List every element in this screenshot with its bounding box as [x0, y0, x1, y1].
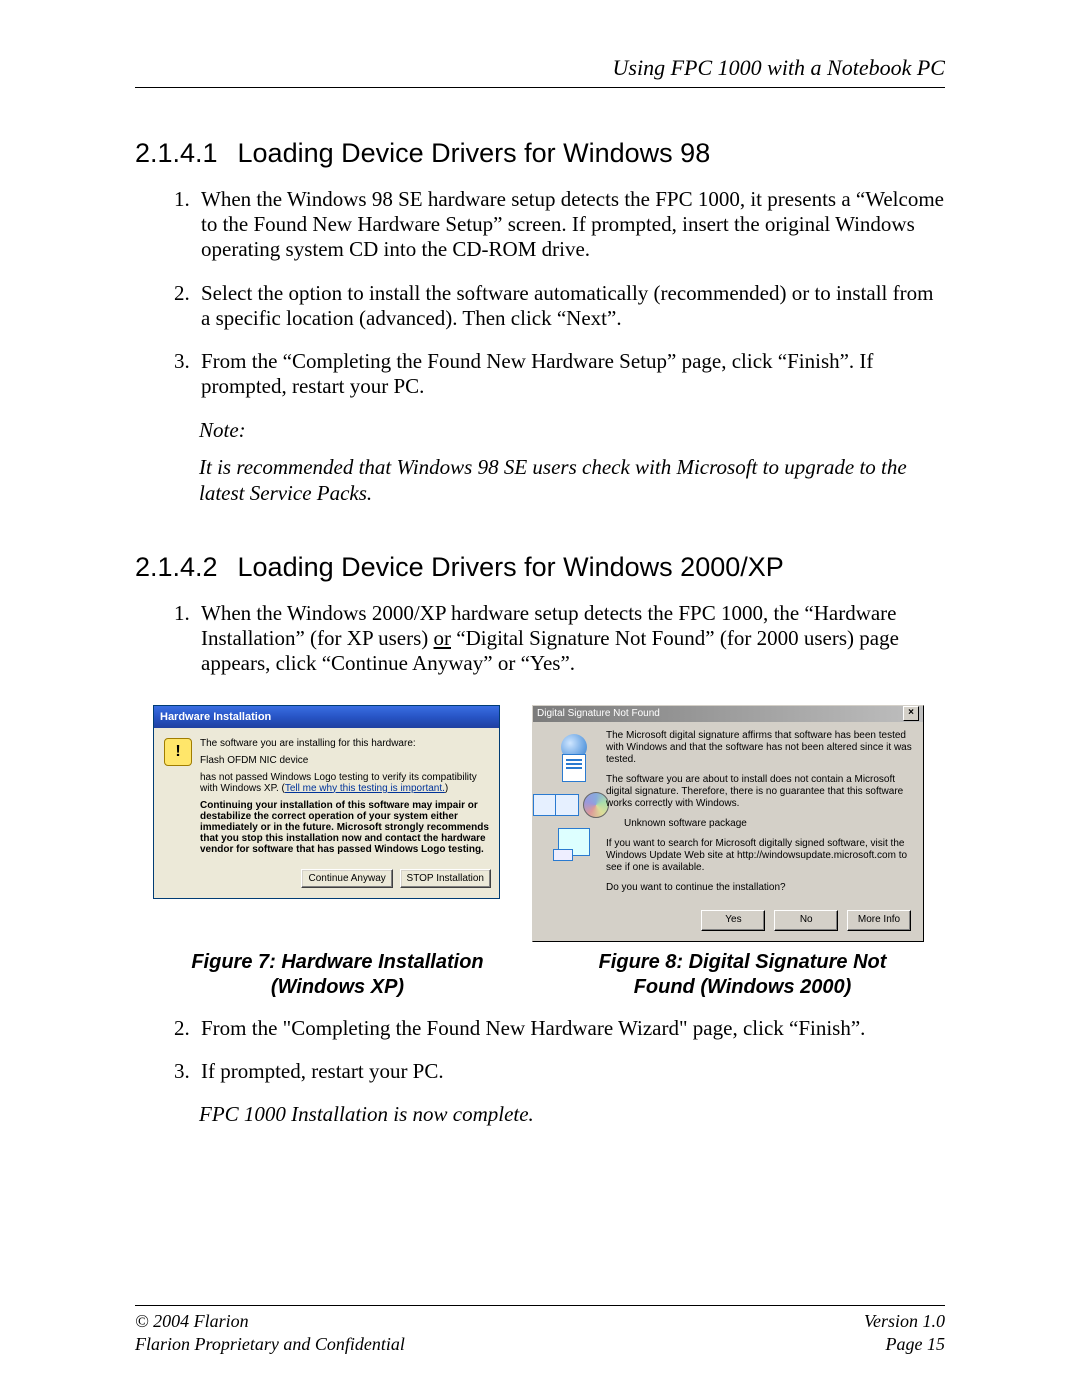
steps-list-1: When the Windows 98 SE hardware setup de… — [195, 187, 945, 399]
steps-list-2b: From the "Completing the Found New Hardw… — [195, 1016, 945, 1084]
running-head: Using FPC 1000 with a Notebook PC — [135, 55, 945, 88]
step-item: Select the option to install the softwar… — [195, 281, 945, 331]
yes-button[interactable]: Yes — [701, 910, 765, 931]
caption-line: Found (Windows 2000) — [634, 976, 852, 998]
step-item: When the Windows 2000/XP hardware setup … — [195, 601, 945, 677]
device-name: Flash OFDM NIC device — [200, 755, 489, 766]
section-number: 2.1.4.1 — [135, 138, 230, 169]
dialog-text: The Microsoft digital signature affirms … — [606, 730, 915, 766]
document-icon — [562, 754, 586, 782]
window-icon — [533, 794, 557, 816]
close-icon[interactable]: × — [903, 706, 919, 721]
caption-line: Figure 8: Digital Signature Not — [599, 951, 887, 973]
step-item: When the Windows 98 SE hardware setup de… — [195, 187, 945, 263]
footer-proprietary: Flarion Proprietary and Confidential — [135, 1333, 405, 1356]
step-item: If prompted, restart your PC. — [195, 1059, 945, 1084]
caption-line: Figure 7: Hardware Installation — [191, 951, 483, 973]
more-info-button[interactable]: More Info — [847, 910, 911, 931]
dialog-text: ) — [445, 783, 448, 794]
continue-anyway-button[interactable]: Continue Anyway — [301, 869, 392, 888]
completion-line: FPC 1000 Installation is now complete. — [199, 1102, 945, 1127]
page-footer: © 2004 Flarion Version 1.0 Flarion Propr… — [135, 1305, 945, 1355]
dialog-text: The software you are installing for this… — [200, 738, 489, 749]
note-label: Note: — [199, 417, 945, 443]
footer-page: Page 15 — [886, 1333, 945, 1356]
package-name: Unknown software package — [624, 818, 915, 830]
underline-or: or — [434, 626, 452, 650]
dialog-text: The software you are about to install do… — [606, 774, 915, 810]
no-button[interactable]: No — [774, 910, 838, 931]
footer-copyright: © 2004 Flarion — [135, 1310, 249, 1333]
step-item: From the “Completing the Found New Hardw… — [195, 349, 945, 399]
dialog-warning: Continuing your installation of this sof… — [200, 800, 489, 855]
section-number: 2.1.4.2 — [135, 552, 230, 583]
section-heading-1: 2.1.4.1 Loading Device Drivers for Windo… — [135, 138, 945, 169]
dialog-icon-column — [541, 730, 606, 902]
dialog-question: Do you want to continue the installation… — [606, 882, 915, 894]
window-icon — [555, 794, 579, 816]
computer-icon — [558, 828, 590, 856]
dialog-text: has not passed Windows Logo testing to v… — [200, 772, 489, 794]
dialog-hardware-installation: Hardware Installation The software you a… — [153, 705, 500, 899]
note-block: Note: It is recommended that Windows 98 … — [199, 417, 945, 506]
warning-icon — [164, 738, 192, 766]
stop-installation-button[interactable]: STOP Installation — [400, 869, 491, 888]
dialog-titlebar: Digital Signature Not Found × — [533, 706, 923, 722]
section-heading-2: 2.1.4.2 Loading Device Drivers for Windo… — [135, 552, 945, 583]
testing-info-link[interactable]: Tell me why this testing is important. — [285, 783, 445, 794]
dialog-text: If you want to search for Microsoft digi… — [606, 838, 915, 874]
figures-row: Hardware Installation The software you a… — [153, 705, 945, 942]
steps-list-2: When the Windows 2000/XP hardware setup … — [195, 601, 945, 677]
figure-captions: Figure 7: Hardware Installation (Windows… — [135, 950, 945, 1000]
dialog-digital-signature: Digital Signature Not Found × — [532, 705, 924, 942]
step-item: From the "Completing the Found New Hardw… — [195, 1016, 945, 1041]
footer-version: Version 1.0 — [864, 1310, 945, 1333]
note-body: It is recommended that Windows 98 SE use… — [199, 454, 945, 507]
figure-caption-7: Figure 7: Hardware Installation (Windows… — [135, 950, 540, 1000]
dialog-title-text: Digital Signature Not Found — [537, 706, 660, 722]
section-title: Loading Device Drivers for Windows 98 — [238, 138, 711, 168]
caption-line: (Windows XP) — [271, 976, 404, 998]
dialog-titlebar: Hardware Installation — [154, 706, 499, 728]
cd-icon — [583, 792, 609, 818]
figure-caption-8: Figure 8: Digital Signature Not Found (W… — [540, 950, 945, 1000]
section-title: Loading Device Drivers for Windows 2000/… — [238, 552, 784, 582]
